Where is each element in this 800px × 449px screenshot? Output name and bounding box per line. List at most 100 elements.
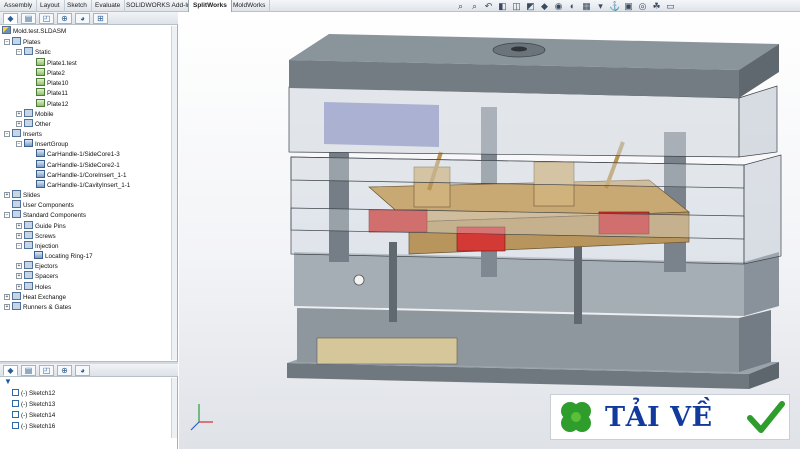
view-orientation-icon[interactable]: ◩: [525, 1, 536, 12]
tree-item-cavityinsert[interactable]: CarHandle-1/CavityInsert_1-1: [36, 180, 130, 190]
tree-item-plate12[interactable]: Plate12: [36, 99, 68, 109]
target-icon[interactable]: ◎: [637, 1, 648, 12]
component-group-icon: [24, 139, 33, 147]
tree-item-holes[interactable]: + Holes: [16, 282, 51, 292]
tree-scrollbar[interactable]: [171, 26, 177, 360]
expand-icon[interactable]: +: [16, 111, 22, 117]
anchor-icon[interactable]: ⚓: [609, 1, 620, 12]
tree-item-heat-exchange[interactable]: + Heat Exchange: [4, 292, 66, 302]
view-settings-icon[interactable]: ▾: [595, 1, 606, 12]
apply-scene-icon[interactable]: ▦: [581, 1, 592, 12]
display-manager-tab-icon[interactable]: ◕: [75, 365, 90, 376]
tree-item-inserts[interactable]: − Inserts: [4, 129, 42, 139]
folder-icon: [24, 241, 33, 249]
tree-item-user-components[interactable]: User Components: [4, 200, 74, 210]
hide-show-items-icon[interactable]: ◉: [553, 1, 564, 12]
tree-item-coreinsert[interactable]: CarHandle-1/CoreInsert_1-1: [36, 170, 126, 180]
component-icon: [36, 160, 45, 168]
folder-icon: [24, 47, 33, 55]
expand-icon[interactable]: +: [4, 294, 10, 300]
tree-item-ejectors[interactable]: + Ejectors: [16, 261, 58, 271]
view-cube-icon[interactable]: ▣: [623, 1, 634, 12]
feature-manager-tab-icon[interactable]: ◆: [3, 365, 18, 376]
dimxpert-tab-icon[interactable]: ⊕: [57, 13, 72, 24]
tree-item-plate1[interactable]: Plate1.test: [36, 58, 77, 68]
tree-item-other[interactable]: + Other: [16, 119, 51, 129]
filter-icon[interactable]: ▼: [4, 377, 12, 386]
tree-item-insertgroup[interactable]: − InsertGroup: [16, 139, 68, 149]
zoom-area-icon[interactable]: ⌕: [469, 1, 480, 12]
tree-item-standard-components[interactable]: − Standard Components: [4, 210, 86, 220]
previous-view-icon[interactable]: ↶: [483, 1, 494, 12]
expand-icon[interactable]: +: [4, 192, 10, 198]
collapse-icon[interactable]: −: [4, 212, 10, 218]
tree-item-sidecore1-3[interactable]: CarHandle-1/SideCore1-3: [36, 149, 120, 159]
tab-splitworks[interactable]: SplitWorks: [188, 0, 232, 12]
monitor-icon[interactable]: ▭: [665, 1, 676, 12]
zoom-to-fit-icon[interactable]: ⌕: [455, 1, 466, 12]
sketch-icon: [12, 389, 19, 396]
folder-icon: [12, 200, 21, 208]
tree-item-plate2[interactable]: Plate2: [36, 68, 65, 78]
expand-icon[interactable]: +: [16, 284, 22, 290]
mold-assembly-model[interactable]: [179, 12, 800, 449]
collapse-icon[interactable]: −: [4, 39, 10, 45]
configuration-manager-tab-icon[interactable]: ◰: [39, 365, 54, 376]
expand-icon[interactable]: +: [16, 223, 22, 229]
realview-icon[interactable]: ☘: [651, 1, 662, 12]
tree-item-slides[interactable]: + Slides: [4, 190, 40, 200]
property-manager-tab-icon[interactable]: ▤: [21, 13, 36, 24]
sketch-item[interactable]: (-) Sketch13: [12, 400, 55, 410]
feature-manager-tab-icon[interactable]: ◆: [3, 13, 18, 24]
tab-assembly[interactable]: Assembly: [0, 0, 38, 12]
expand-icon[interactable]: +: [16, 233, 22, 239]
tree-item-static[interactable]: − Static: [16, 47, 51, 57]
expand-icon[interactable]: +: [16, 121, 22, 127]
tab-moldworks[interactable]: MoldWorks: [229, 0, 271, 12]
sketch-list-scrollbar[interactable]: [171, 378, 177, 438]
tree-root[interactable]: Mold.test.SLDASM: [2, 26, 66, 36]
dimxpert-tab-icon[interactable]: ⊕: [57, 365, 72, 376]
tree-item-locating-ring[interactable]: Locating Ring-17: [34, 251, 93, 261]
collapse-icon[interactable]: −: [16, 49, 22, 55]
expand-icon[interactable]: +: [16, 273, 22, 279]
expand-icon[interactable]: +: [4, 304, 10, 310]
part-icon: [36, 99, 45, 107]
tree-item-label: Screws: [35, 233, 56, 240]
collapse-icon[interactable]: −: [4, 131, 10, 137]
tree-item-label: Plate1.test: [47, 60, 77, 67]
tree-item-label: User Components: [23, 202, 74, 209]
tree-item-plates[interactable]: − Plates: [4, 37, 41, 47]
edit-appearance-icon[interactable]: ◐: [567, 1, 578, 12]
configuration-manager-tab-icon[interactable]: ◰: [39, 13, 54, 24]
tab-layout[interactable]: Layout: [36, 0, 65, 12]
sketch-item[interactable]: (-) Sketch12: [12, 389, 55, 399]
section-view-icon[interactable]: ◧: [497, 1, 508, 12]
tree-item-injection[interactable]: − Injection: [16, 241, 58, 251]
sketch-item[interactable]: (-) Sketch16: [12, 422, 55, 432]
splitworks-tab-icon[interactable]: ⊞: [93, 13, 108, 24]
tree-item-runners-gates[interactable]: + Runners & Gates: [4, 302, 71, 312]
tree-item-label: CarHandle-1/SideCore1-3: [47, 151, 120, 158]
display-manager-tab-icon[interactable]: ◕: [75, 13, 90, 24]
collapse-icon[interactable]: −: [16, 141, 22, 147]
tree-item-mobile[interactable]: + Mobile: [16, 109, 54, 119]
dynamic-annotation-icon[interactable]: ◫: [511, 1, 522, 12]
sketch-item[interactable]: (-) Sketch14: [12, 411, 55, 421]
tree-item-guide-pins[interactable]: + Guide Pins: [16, 221, 66, 231]
property-manager-tab-icon[interactable]: ▤: [21, 365, 36, 376]
collapse-icon[interactable]: −: [16, 243, 22, 249]
download-badge[interactable]: TẢI VỀ: [550, 394, 790, 440]
tree-item-sidecore2-1[interactable]: CarHandle-1/SideCore2-1: [36, 160, 120, 170]
expand-icon[interactable]: +: [16, 263, 22, 269]
display-style-icon[interactable]: ◆: [539, 1, 550, 12]
tab-evaluate[interactable]: Evaluate: [91, 0, 126, 12]
bolt-hole: [353, 274, 365, 286]
part-icon: [36, 78, 45, 86]
tree-item-spacers[interactable]: + Spacers: [16, 271, 58, 281]
tab-sketch[interactable]: Sketch: [63, 0, 92, 12]
tree-item-plate10[interactable]: Plate10: [36, 78, 68, 88]
tree-item-plate11[interactable]: Plate11: [36, 88, 68, 98]
tree-item-screws[interactable]: + Screws: [16, 231, 56, 241]
graphics-viewport[interactable]: [179, 12, 800, 449]
